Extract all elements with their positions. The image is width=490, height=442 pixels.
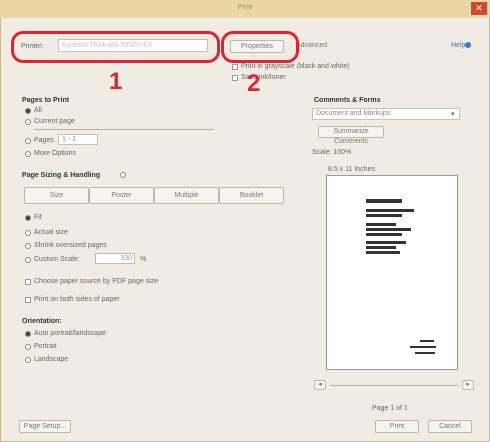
more-options-label: More Options (34, 150, 77, 157)
landscape-radio[interactable] (25, 357, 31, 363)
preview-text-block (366, 233, 402, 236)
chevron-down-icon: ▾ (451, 111, 455, 118)
print-button[interactable]: Print (375, 420, 419, 433)
callout-printer (11, 31, 220, 63)
next-page-button[interactable]: ▸ (462, 380, 474, 390)
summarize-comments-button[interactable]: Summarize Comments (318, 126, 384, 145)
prev-page-button[interactable]: ◂ (314, 380, 326, 390)
page-setup-button[interactable]: Page Setup... (19, 420, 71, 433)
callout-number-1: 1 (109, 68, 123, 95)
custom-scale-input[interactable]: 100 (95, 253, 135, 264)
pages-range-input[interactable]: 1 - 1 (58, 134, 98, 145)
preview-text-block (366, 199, 402, 203)
preview-text-block (366, 209, 414, 212)
tab-size[interactable]: Size (24, 187, 89, 204)
orientation-title: Orientation: (22, 318, 62, 325)
pages-all-radio[interactable] (25, 108, 31, 114)
both-sides-checkbox[interactable] (25, 297, 31, 303)
pages-group-title: Pages to Print (22, 97, 70, 104)
preview-text-block (366, 214, 402, 217)
actual-size-radio[interactable] (25, 230, 31, 236)
more-options-toggle[interactable] (25, 151, 31, 157)
fit-label: Fit (34, 214, 42, 221)
comments-title: Comments & Forms (314, 97, 381, 104)
help-icon[interactable] (465, 42, 471, 48)
landscape-label: Landscape (34, 356, 69, 363)
shrink-label: Shrink oversized pages (34, 242, 107, 249)
preview-page (326, 175, 458, 370)
portrait-radio[interactable] (25, 344, 31, 350)
preview-text-block (366, 246, 396, 249)
pages-all-label: All (34, 107, 42, 114)
paper-source-label: Choose paper source by PDF page size (34, 278, 159, 285)
pages-current-radio[interactable] (25, 119, 31, 125)
tab-poster[interactable]: Poster (89, 187, 154, 204)
grayscale-label: Print in grayscale (black and white) (241, 63, 350, 70)
preview-text-block (366, 241, 406, 244)
preview-text-block (366, 223, 396, 226)
page-indicator: Page 1 of 1 (372, 405, 408, 412)
callout-properties (221, 31, 299, 63)
paper-source-checkbox[interactable] (25, 279, 31, 285)
preview-text-block (366, 228, 411, 231)
pages-range-label: Pages (34, 137, 54, 144)
shrink-radio[interactable] (25, 243, 31, 249)
save-ink-checkbox[interactable] (232, 75, 238, 81)
preview-text-block (420, 340, 434, 342)
both-sides-label: Print on both sides of paper (34, 296, 120, 303)
close-icon[interactable]: ✕ (471, 2, 487, 15)
tab-multiple[interactable]: Multiple (154, 187, 219, 204)
auto-orientation-radio[interactable] (25, 331, 31, 337)
preview-text-block (366, 251, 400, 254)
preview-scale: Scale: 100% (312, 149, 352, 156)
window-title: Print (237, 4, 253, 11)
page-slider[interactable] (330, 385, 458, 386)
auto-orientation-label: Auto portrait/landscape (34, 330, 106, 337)
comments-select[interactable]: Document and Markups (312, 108, 460, 120)
custom-scale-unit: % (140, 256, 147, 263)
grayscale-checkbox[interactable] (232, 64, 238, 70)
divider (34, 129, 214, 130)
custom-scale-radio[interactable] (25, 257, 31, 263)
fit-radio[interactable] (25, 215, 31, 221)
sizing-info-icon[interactable] (120, 172, 126, 178)
help-link[interactable]: Help (451, 42, 465, 49)
preview-text-block (410, 346, 436, 348)
callout-number-2: 2 (247, 70, 261, 97)
pages-range-radio[interactable] (25, 138, 31, 144)
tab-booklet[interactable]: Booklet (219, 187, 284, 204)
custom-scale-label: Custom Scale: (34, 256, 80, 263)
advanced-button[interactable]: Advanced (296, 40, 338, 53)
cancel-button[interactable]: Cancel (428, 420, 472, 433)
preview-size: 8.5 x 11 Inches (328, 166, 375, 173)
sizing-group-title: Page Sizing & Handling (22, 172, 101, 179)
pages-current-label: Current page (34, 118, 75, 125)
portrait-label: Portrait (34, 343, 57, 350)
preview-text-block (415, 352, 435, 354)
actual-size-label: Actual size (34, 229, 68, 236)
